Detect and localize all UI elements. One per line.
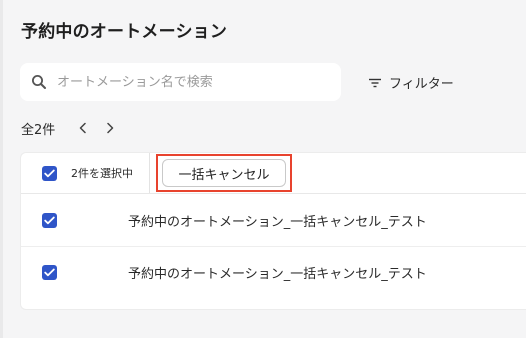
bulk-select-header: 2件を選択中 <box>21 153 150 193</box>
page-title: 予約中のオートメーション <box>21 22 228 42</box>
row-checkbox[interactable] <box>42 264 57 280</box>
prev-page-button[interactable] <box>74 119 92 137</box>
automation-name[interactable]: 予約中のオートメーション_一括キャンセル_テスト <box>128 211 427 230</box>
total-count: 全2件 <box>21 122 56 138</box>
table-row: 予約中のオートメーション_一括キャンセル_テスト <box>21 194 526 246</box>
left-edge-border <box>0 0 3 338</box>
automation-list-panel: 2件を選択中 一括キャンセル 予約中のオートメーション_一括キャンセル_テスト … <box>20 152 526 310</box>
bulk-cancel-button[interactable]: 一括キャンセル <box>162 159 286 187</box>
filter-button[interactable]: フィルター <box>368 69 454 95</box>
filter-icon <box>368 75 382 89</box>
search-input[interactable] <box>57 63 332 101</box>
pagination-bar: 全2件 <box>21 117 119 139</box>
check-icon <box>44 268 55 276</box>
next-page-button[interactable] <box>101 119 119 137</box>
search-box[interactable] <box>20 63 341 101</box>
chevron-left-icon <box>80 122 87 134</box>
search-icon <box>31 74 47 90</box>
chevron-right-icon <box>107 122 114 134</box>
check-icon <box>44 216 55 224</box>
automation-name[interactable]: 予約中のオートメーション_一括キャンセル_テスト <box>128 263 427 282</box>
selected-count-text: 2件を選択中 <box>71 167 133 180</box>
row-checkbox[interactable] <box>42 212 57 228</box>
table-row: 予約中のオートメーション_一括キャンセル_テスト <box>21 246 526 298</box>
check-icon <box>44 169 55 177</box>
filter-label: フィルター <box>389 76 454 92</box>
select-all-checkbox[interactable] <box>42 165 57 181</box>
